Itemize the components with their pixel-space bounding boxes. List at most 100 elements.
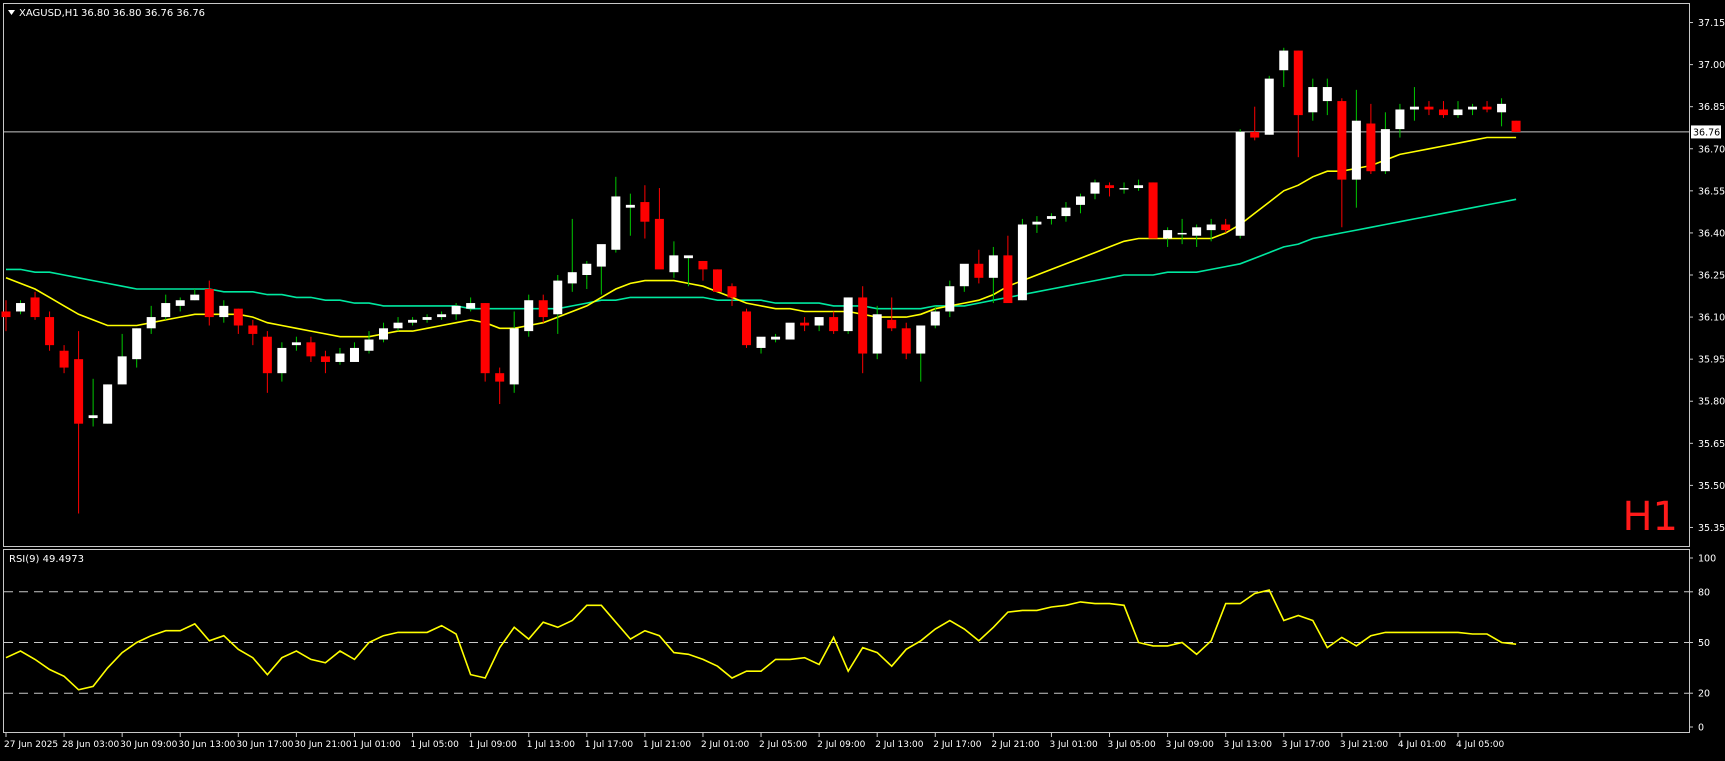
candle-body (306, 342, 316, 357)
candle-body (349, 347, 359, 362)
candle (480, 303, 490, 382)
time-axis-label: 2 Jul 17:00 (933, 740, 982, 750)
time-axis-label: 2 Jul 09:00 (817, 740, 866, 750)
time-axis-label: 3 Jul 13:00 (1224, 740, 1273, 750)
candle-body (872, 314, 882, 354)
candle-body (74, 359, 84, 424)
time-axis-label: 1 Jul 05:00 (411, 740, 460, 750)
current-price-tag-text: 36.76 (1693, 127, 1720, 138)
candle-body (1061, 207, 1071, 217)
candle-body (698, 260, 708, 270)
candle-body (553, 280, 563, 315)
candle-body (146, 317, 156, 329)
time-axis-label: 27 Jun 2025 (4, 740, 58, 750)
candle-body (1119, 188, 1129, 190)
candle-body (393, 322, 403, 329)
time-axis-label: 3 Jul 05:00 (1108, 740, 1157, 750)
candle-body (509, 328, 519, 385)
symbol-timeframe-label: XAGUSD,H1 (19, 8, 79, 19)
candle (45, 311, 55, 351)
candle-body (1279, 50, 1289, 71)
time-axis-label: 30 Jun 17:00 (236, 740, 293, 750)
candle-body (262, 336, 272, 374)
time-axis-label: 1 Jul 09:00 (469, 740, 518, 750)
candle-body (1134, 185, 1144, 189)
price-axis-label: 37.00 (1698, 60, 1725, 71)
current-price-tag: 36.76 (1691, 125, 1721, 139)
candle-body (1148, 182, 1158, 239)
candle-body (1497, 103, 1507, 113)
candle (1511, 120, 1521, 132)
candle-body (320, 356, 330, 362)
candle-body (1293, 50, 1303, 116)
time-axis-label: 3 Jul 09:00 (1166, 740, 1215, 750)
time-axis-label: 3 Jul 21:00 (1340, 740, 1389, 750)
candle-body (422, 317, 432, 320)
candle-body (1032, 221, 1042, 225)
timeframe-watermark: H1 (1622, 494, 1678, 540)
candle (1148, 182, 1158, 239)
candle-body (843, 297, 853, 332)
candle-body (117, 356, 127, 385)
candle-body (103, 384, 113, 424)
candle-body (1366, 123, 1376, 172)
candle-body (858, 297, 868, 354)
candle-body (988, 255, 998, 278)
ohlc-header-values: 36.80 36.80 36.76 36.76 (81, 8, 205, 19)
candle-body (1438, 109, 1448, 116)
candle-body (190, 294, 200, 301)
candle-body (1105, 185, 1115, 189)
candle-body (1003, 255, 1013, 304)
candle (1235, 129, 1245, 239)
price-axis-label: 36.70 (1698, 144, 1725, 155)
candle-body (132, 328, 142, 360)
chart-canvas[interactable]: 37.15 37.00 36.85 36.70 36.55 36.40 36.25 36.10… (0, 0, 1725, 757)
candle-body (451, 305, 461, 315)
candle-body (1, 311, 11, 318)
candle-body (1075, 196, 1085, 205)
candle-body (30, 297, 40, 318)
candle-body (495, 373, 505, 382)
candle-body (1235, 131, 1245, 236)
candle-body (379, 328, 389, 340)
candle-body (480, 303, 490, 374)
candle (524, 294, 534, 337)
time-axis-label: 30 Jun 21:00 (294, 740, 351, 750)
candle-body (887, 319, 897, 329)
time-axis-label: 3 Jul 01:00 (1049, 740, 1098, 750)
time-axis-label: 1 Jul 21:00 (643, 740, 692, 750)
candle-body (756, 336, 766, 348)
price-axis-label: 36.25 (1698, 271, 1725, 282)
candle (1017, 218, 1027, 301)
time-axis-label: 4 Jul 01:00 (1398, 740, 1447, 750)
candle-body (1322, 87, 1332, 102)
candle-body (1424, 106, 1434, 110)
time-axis-label: 1 Jul 01:00 (352, 740, 401, 750)
candle-body (901, 328, 911, 354)
candle-body (1395, 109, 1405, 130)
candle-body (45, 317, 55, 346)
candle-body (1264, 78, 1274, 135)
candle-body (1017, 224, 1027, 301)
time-axis-label: 2 Jul 13:00 (875, 740, 924, 750)
time-axis-label: 4 Jul 05:00 (1456, 740, 1505, 750)
candle-body (829, 317, 839, 332)
candle-body (625, 204, 635, 208)
time-axis-label: 2 Jul 05:00 (759, 740, 808, 750)
candle-body (654, 218, 664, 270)
time-axis-label: 30 Jun 13:00 (178, 740, 235, 750)
price-axis-label: 36.55 (1698, 186, 1725, 197)
candle-body (161, 303, 171, 318)
candle-body (611, 196, 621, 250)
chart-background (0, 0, 1725, 757)
candle-body (930, 311, 940, 326)
time-axis-label: 28 Jun 03:00 (62, 740, 119, 750)
trading-chart-window[interactable]: 37.15 37.00 36.85 36.70 36.55 36.40 36.25 36.10… (0, 0, 1725, 757)
candle-body (974, 263, 984, 278)
candle-body (1192, 227, 1202, 236)
price-axis-label: 37.15 (1698, 18, 1725, 29)
price-axis-label: 35.95 (1698, 355, 1725, 366)
rsi-axis-label: 50 (1698, 638, 1710, 649)
candle-body (1409, 106, 1419, 110)
candle-body (248, 325, 258, 334)
